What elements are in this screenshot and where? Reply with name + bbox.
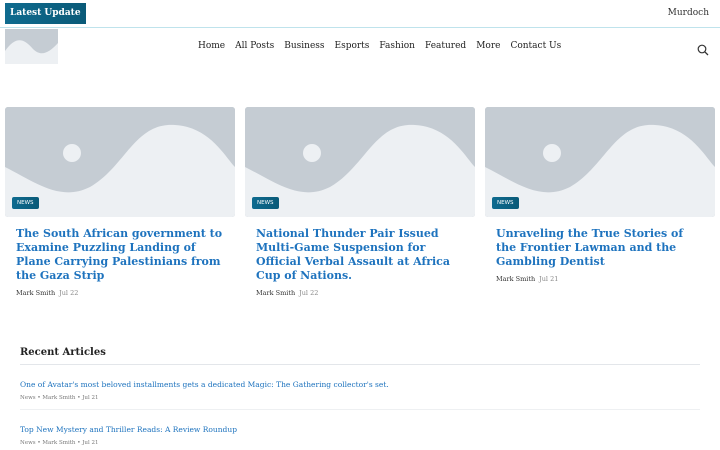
recent-article-title[interactable]: One of Avatar's most beloved installment… [20, 380, 700, 389]
list-item: Top New Mystery and Thriller Reads: A Re… [20, 410, 700, 450]
site-logo[interactable] [5, 29, 58, 64]
article-thumbnail[interactable]: NEWS [485, 107, 715, 217]
article-author[interactable]: Mark Smith [256, 289, 295, 297]
article-author[interactable]: Mark Smith [496, 275, 535, 283]
article-date: Jul 22 [299, 289, 319, 297]
nav-item-more[interactable]: More [476, 41, 500, 51]
recent-article-title[interactable]: Top New Mystery and Thriller Reads: A Re… [20, 425, 700, 434]
site-brand[interactable]: Murdoch [668, 8, 709, 18]
recent-articles-section: Recent Articles One of Avatar's most bel… [20, 347, 700, 450]
nav-item-featured[interactable]: Featured [425, 41, 466, 51]
article-title[interactable]: The South African government to Examine … [16, 227, 224, 283]
recent-articles-heading: Recent Articles [20, 347, 700, 365]
nav-item-fashion[interactable]: Fashion [379, 41, 415, 51]
article-meta: Mark Smith Jul 22 [256, 289, 464, 297]
article-date: Jul 22 [59, 289, 79, 297]
top-bar: Latest Update Murdoch [0, 0, 720, 28]
article-meta: Mark Smith Jul 22 [16, 289, 224, 297]
article-date: Jul 21 [539, 275, 559, 283]
category-tag[interactable]: NEWS [492, 197, 519, 209]
category-tag[interactable]: NEWS [252, 197, 279, 209]
article-thumbnail[interactable]: NEWS [5, 107, 235, 217]
search-icon[interactable] [697, 41, 709, 56]
list-item: One of Avatar's most beloved installment… [20, 365, 700, 410]
article-author[interactable]: Mark Smith [16, 289, 55, 297]
nav-item-business[interactable]: Business [284, 41, 324, 51]
recent-article-meta: News • Mark Smith • Jul 21 [20, 440, 99, 446]
recent-article-meta: News • Mark Smith • Jul 21 [20, 395, 99, 401]
article-card[interactable]: NEWS The South African government to Exa… [5, 107, 235, 297]
article-title[interactable]: Unraveling the True Stories of the Front… [496, 227, 704, 269]
article-thumbnail[interactable]: NEWS [245, 107, 475, 217]
article-card[interactable]: NEWS Unraveling the True Stories of the … [485, 107, 715, 283]
category-tag[interactable]: NEWS [12, 197, 39, 209]
article-card[interactable]: NEWS National Thunder Pair Issued Multi-… [245, 107, 475, 297]
latest-update-badge[interactable]: Latest Update [5, 3, 86, 24]
article-meta: Mark Smith Jul 21 [496, 275, 704, 283]
main-nav: Home All Posts Business Esports Fashion … [198, 41, 571, 51]
article-title[interactable]: National Thunder Pair Issued Multi-Game … [256, 227, 464, 283]
nav-item-contact-us[interactable]: Contact Us [510, 41, 561, 51]
nav-item-all-posts[interactable]: All Posts [235, 41, 274, 51]
nav-item-esports[interactable]: Esports [335, 41, 370, 51]
nav-item-home[interactable]: Home [198, 41, 225, 51]
